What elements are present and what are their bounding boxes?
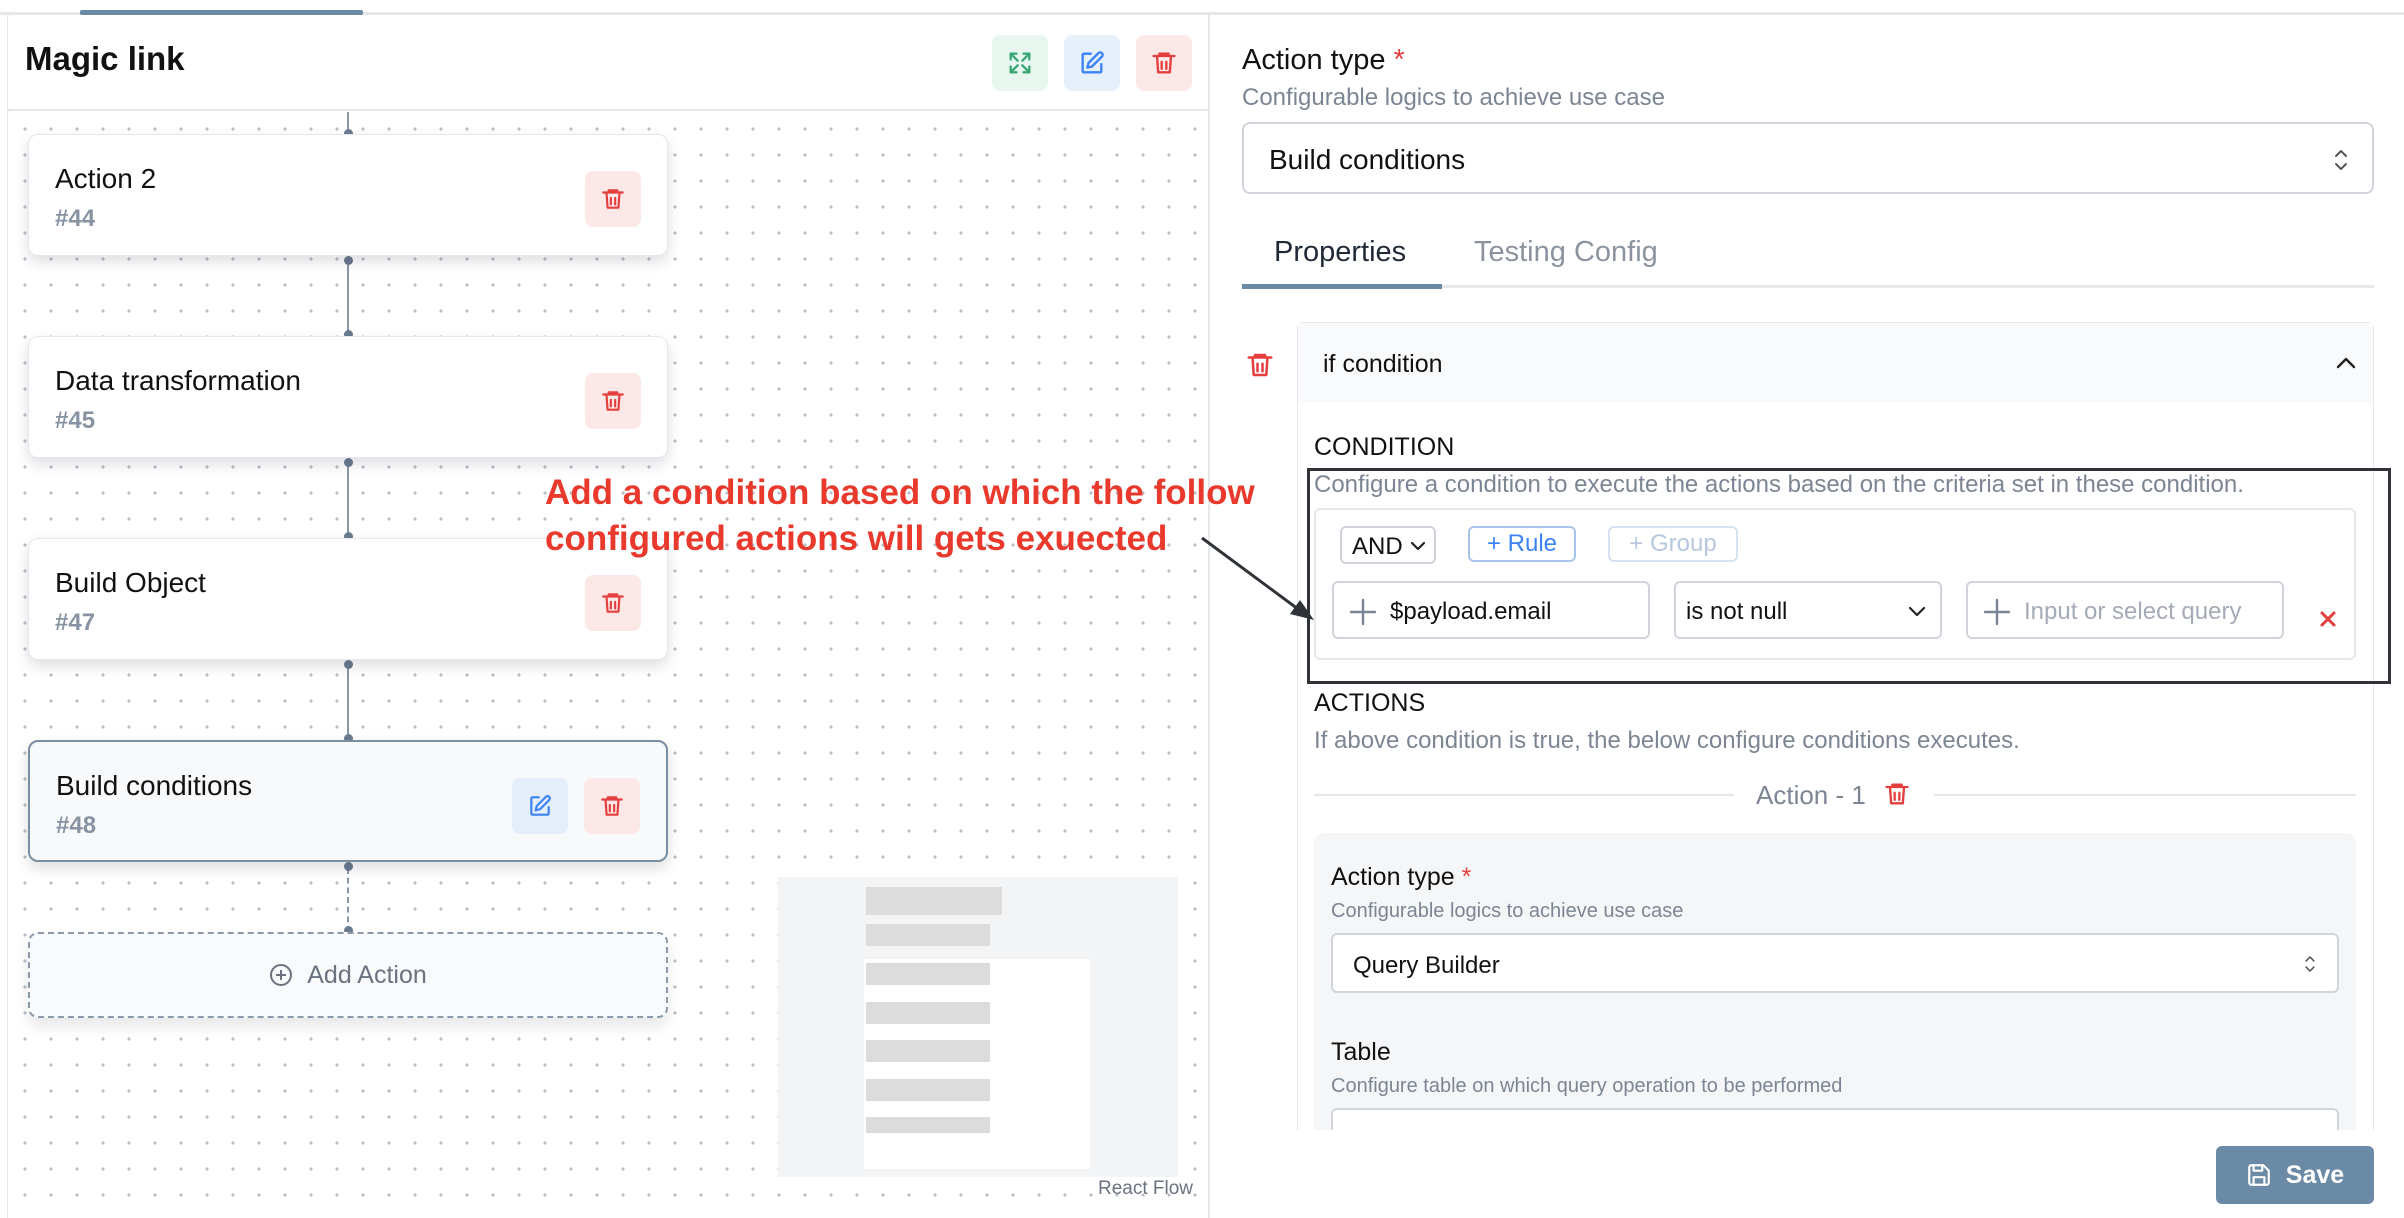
edit-node-button[interactable] (512, 778, 568, 834)
table-label: Table (1331, 1038, 1391, 1066)
inner-action-type-label-text: Action type (1331, 863, 1455, 891)
divider (1934, 794, 2356, 796)
minimap-node (866, 963, 990, 985)
action-number-label: Action - 1 (1756, 780, 1866, 810)
minimap-viewport (864, 959, 1090, 1169)
edit-icon (530, 795, 551, 816)
condition-header[interactable] (1298, 323, 2373, 403)
trash-icon[interactable] (1883, 780, 1911, 808)
plus-circle-icon (270, 964, 293, 986)
required-mark: * (1461, 863, 1472, 891)
save-icon (2247, 1164, 2270, 1186)
delete-flow-button[interactable] (1136, 35, 1192, 91)
inner-action-type-label: Action type * (1331, 863, 1471, 892)
trash-icon (602, 593, 624, 613)
actions-title: ACTIONS (1314, 689, 1426, 717)
minimap-node (866, 887, 1002, 915)
add-action-label: Add Action (307, 960, 427, 989)
annotation-text: Add a condition based on which the follo… (545, 470, 1255, 562)
save-button[interactable]: Save (2216, 1146, 2374, 1204)
minimap-node (866, 1079, 990, 1101)
chevron-up-icon[interactable] (2334, 353, 2358, 373)
flow-node-selected[interactable]: Build conditions #48 (28, 740, 668, 862)
action-type-label: Action type * (1242, 44, 1405, 77)
annotation-highlight-box (1307, 468, 2391, 684)
handle (344, 660, 353, 669)
delete-node-button[interactable] (585, 171, 641, 227)
node-title: Data transformation (55, 365, 301, 396)
action-type-select[interactable]: Build conditions (1242, 122, 2374, 194)
condition-title: CONDITION (1314, 433, 1455, 461)
edge-dashed (347, 868, 349, 932)
action-type-desc: Configurable logics to achieve use case (1242, 84, 1665, 111)
node-id: #45 (55, 407, 96, 434)
inner-action-type-select[interactable]: Query Builder (1331, 933, 2339, 993)
flow-node[interactable]: Action 2 #44 (28, 134, 668, 256)
edit-icon (1081, 51, 1104, 74)
chevron-updown-icon (2305, 956, 2315, 972)
edge (347, 464, 349, 536)
react-flow-attribution[interactable]: React Flow (1098, 1178, 1193, 1200)
handle (344, 862, 353, 871)
expand-icon (1009, 52, 1031, 74)
handle (344, 256, 353, 265)
required-mark: * (1393, 44, 1405, 76)
node-id: #47 (55, 609, 96, 636)
trash-icon (602, 391, 624, 411)
inner-action-type-desc: Configurable logics to achieve use case (1331, 900, 1684, 922)
edit-flow-button[interactable] (1064, 35, 1120, 91)
save-label: Save (2285, 1160, 2345, 1189)
inner-action-type-value: Query Builder (1353, 952, 1500, 979)
add-action-button[interactable]: Add Action (28, 932, 668, 1018)
handle (344, 458, 353, 467)
node-title: Build conditions (56, 770, 253, 801)
minimap[interactable] (778, 877, 1178, 1177)
divider (1314, 794, 1734, 796)
if-condition-label: if condition (1323, 350, 1443, 378)
node-id: #48 (56, 812, 97, 839)
edge (347, 666, 349, 738)
annotation-line-2: configured actions will gets exuected (545, 519, 1168, 558)
tab-testing-config[interactable]: Testing Config (1474, 236, 1658, 269)
delete-node-button[interactable] (584, 778, 640, 834)
node-title: Action 2 (55, 163, 157, 194)
delete-node-button[interactable] (585, 373, 641, 429)
node-title: Build Object (55, 567, 206, 598)
trash-icon (602, 189, 624, 209)
minimap-node (866, 1040, 990, 1062)
expand-button[interactable] (992, 35, 1048, 91)
annotation-line-1: Add a condition based on which the follo… (545, 473, 1255, 512)
minimap-node (866, 1117, 990, 1133)
action-type-value: Build conditions (1269, 144, 1466, 175)
tab-active-indicator (1242, 284, 1442, 289)
action-type-label-text: Action type (1242, 44, 1386, 76)
flow-node[interactable]: Data transformation #45 (28, 336, 668, 458)
minimap-node (866, 924, 990, 946)
minimap-node (866, 1002, 990, 1024)
tab-properties[interactable]: Properties (1274, 236, 1406, 269)
edge (347, 262, 349, 334)
trash-icon (1152, 52, 1176, 74)
actions-desc: If above condition is true, the below co… (1314, 727, 2020, 754)
page-title: Magic link (25, 40, 185, 77)
node-id: #44 (55, 205, 96, 232)
delete-node-button[interactable] (585, 575, 641, 631)
trash-icon (601, 796, 623, 816)
chevron-updown-icon (2335, 150, 2347, 170)
table-desc: Configure table on which query operation… (1331, 1075, 1843, 1097)
trash-icon[interactable] (1245, 350, 1275, 380)
